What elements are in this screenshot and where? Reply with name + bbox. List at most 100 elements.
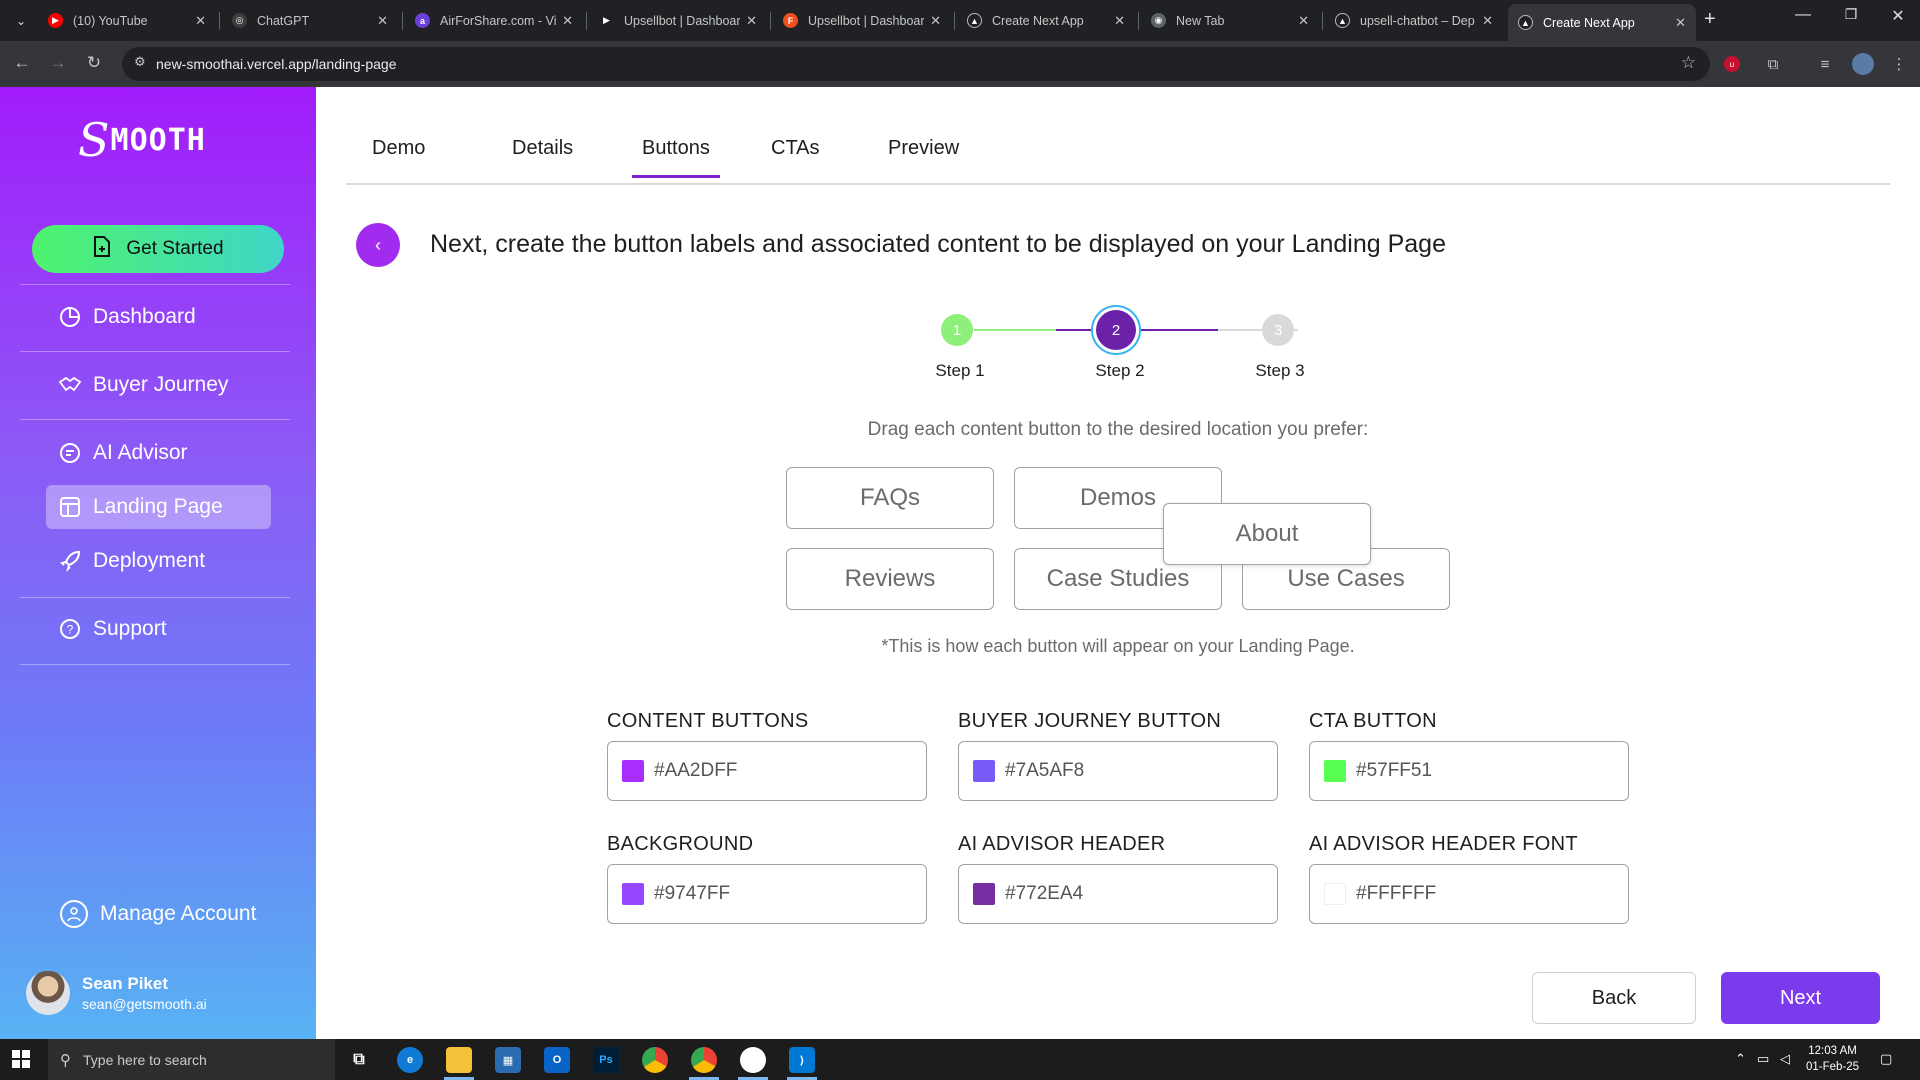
ublock-icon[interactable]: u <box>1724 56 1740 72</box>
background-color-field[interactable]: #9747FF <box>607 864 927 924</box>
media-controls-icon[interactable]: ≡ <box>1814 53 1836 75</box>
content-button-reviews[interactable]: Reviews <box>786 548 994 610</box>
chrome-icon[interactable] <box>642 1047 668 1073</box>
store-icon[interactable]: ▦ <box>495 1047 521 1073</box>
windows-start-icon[interactable] <box>12 1050 30 1068</box>
color-swatch[interactable] <box>622 883 644 905</box>
color-swatch[interactable] <box>1324 883 1346 905</box>
cta-color-field[interactable]: #57FF51 <box>1309 741 1629 801</box>
forward-arrow-icon[interactable]: → <box>47 53 69 73</box>
ai-advisor-header-font-color-label: AI ADVISOR HEADER FONT <box>1309 833 1578 855</box>
close-icon[interactable]: ✕ <box>746 13 757 29</box>
appearance-note: *This is how each button will appear on … <box>881 636 1355 656</box>
ai-advisor-header-color-field[interactable]: #772EA4 <box>958 864 1278 924</box>
browser-tab-youtube[interactable]: ▶ (10) YouTube ✕ <box>38 4 216 37</box>
menu-dots-icon[interactable]: ⋮ <box>1888 53 1910 75</box>
browser-tab-figma[interactable]: F Upsellbot | Dashboar ✕ <box>773 4 951 37</box>
chevron-left-icon: ‹ <box>375 234 381 255</box>
color-swatch[interactable] <box>973 760 995 782</box>
close-icon[interactable]: ✕ <box>1114 13 1125 29</box>
tab-ctas[interactable]: CTAs <box>771 137 820 160</box>
new-tab-button[interactable]: + <box>1704 8 1716 31</box>
pie-chart-icon <box>58 305 82 329</box>
chrome-alt-profile-icon[interactable] <box>740 1047 766 1073</box>
browser-tab-create-next-app-active[interactable]: ▲ Create Next App ✕ <box>1508 4 1696 41</box>
browser-tab-new-tab[interactable]: ◉ New Tab ✕ <box>1141 4 1319 37</box>
get-started-button[interactable]: Get Started <box>32 225 284 273</box>
sidebar-item-support[interactable]: ? Support <box>46 607 271 651</box>
outlook-icon[interactable]: O <box>544 1047 570 1073</box>
color-swatch[interactable] <box>1324 760 1346 782</box>
content-buttons-color-field[interactable]: #AA2DFF <box>607 741 927 801</box>
sidebar-item-ai-advisor[interactable]: AI Advisor <box>46 431 271 475</box>
chatgpt-icon: ◎ <box>232 13 247 28</box>
sidebar-item-landing-page[interactable]: Landing Page <box>46 485 271 529</box>
tab-details[interactable]: Details <box>512 137 573 160</box>
airforshare-icon: a <box>415 13 430 28</box>
close-icon[interactable]: ✕ <box>377 13 388 29</box>
notifications-icon[interactable]: ▢ <box>1880 1051 1892 1067</box>
extensions-icon[interactable]: ⧉ <box>1762 53 1784 75</box>
step-3-dot[interactable]: 3 <box>1262 314 1294 346</box>
photoshop-icon[interactable]: Ps <box>593 1047 619 1073</box>
sidebar: SMOOTH Get Started Dashboard Buyer Journ… <box>0 87 316 1039</box>
restore-icon[interactable]: ❐ <box>1836 6 1866 23</box>
back-arrow-icon[interactable]: ← <box>11 53 33 73</box>
smooth-logo[interactable]: SMOOTH <box>78 107 206 167</box>
svg-text:?: ? <box>67 623 74 637</box>
sidebar-item-buyer-journey[interactable]: Buyer Journey <box>46 363 271 407</box>
sidebar-item-dashboard[interactable]: Dashboard <box>46 295 271 339</box>
color-swatch[interactable] <box>622 760 644 782</box>
browser-tab-airforshare[interactable]: a AirForShare.com - Vir ✕ <box>405 4 583 37</box>
user-profile[interactable]: Sean Piket sean@getsmooth.ai <box>26 971 207 1015</box>
window-close-icon[interactable]: ✕ <box>1883 6 1913 26</box>
reload-icon[interactable]: ↻ <box>83 53 105 73</box>
volume-icon[interactable]: ◁ <box>1780 1051 1790 1067</box>
edge-icon[interactable]: e <box>397 1047 423 1073</box>
color-swatch[interactable] <box>973 883 995 905</box>
network-icon[interactable]: ▭ <box>1757 1051 1769 1067</box>
close-icon[interactable]: ✕ <box>562 13 573 29</box>
vscode-icon[interactable]: ⟩ <box>789 1047 815 1073</box>
manage-account-button[interactable]: Manage Account <box>60 900 256 928</box>
buyer-journey-color-field[interactable]: #7A5AF8 <box>958 741 1278 801</box>
system-clock[interactable]: 12:03 AM 01-Feb-25 <box>1806 1043 1859 1075</box>
step-1-dot[interactable]: 1 <box>941 314 973 346</box>
ai-advisor-header-font-color-field[interactable]: #FFFFFF <box>1309 864 1629 924</box>
step-connector <box>1138 329 1218 331</box>
step-2-dot[interactable]: 2 <box>1096 310 1136 350</box>
content-button-about[interactable]: About <box>1163 503 1371 565</box>
browser-tab-upsellbot[interactable]: ▶ Upsellbot | Dashboar ✕ <box>589 4 767 37</box>
profile-avatar-icon[interactable] <box>1852 53 1874 75</box>
close-icon[interactable]: ✕ <box>1675 15 1686 31</box>
step-3-label: Step 3 <box>1255 361 1305 380</box>
upsellbot-icon: ▶ <box>599 13 614 28</box>
close-icon[interactable]: ✕ <box>930 13 941 29</box>
back-button[interactable]: Back <box>1532 972 1696 1024</box>
file-explorer-icon[interactable] <box>446 1047 472 1073</box>
url-bar[interactable]: ⚙ new-smoothai.vercel.app/landing-page ☆ <box>122 47 1710 81</box>
tab-buttons[interactable]: Buttons <box>632 137 720 178</box>
task-view-icon[interactable]: ⧉ <box>346 1047 372 1073</box>
sidebar-item-deployment[interactable]: Deployment <box>46 539 271 583</box>
tab-demo[interactable]: Demo <box>372 137 425 160</box>
close-icon[interactable]: ✕ <box>195 13 206 29</box>
close-icon[interactable]: ✕ <box>1298 13 1309 29</box>
browser-tab-chatgpt[interactable]: ◎ ChatGPT ✕ <box>222 4 398 37</box>
taskbar-search[interactable]: ⚲ Type here to search <box>48 1039 335 1080</box>
vercel-icon: ▲ <box>1518 15 1533 30</box>
chrome-profile-icon[interactable] <box>691 1047 717 1073</box>
browser-tab-upsell-chatbot[interactable]: ▲ upsell-chatbot – Dep ✕ <box>1325 4 1503 37</box>
content-button-faqs[interactable]: FAQs <box>786 467 994 529</box>
site-info-icon[interactable]: ⚙ <box>134 54 146 70</box>
tray-chevron-icon[interactable]: ⌃ <box>1735 1051 1746 1067</box>
close-icon[interactable]: ✕ <box>1482 13 1493 29</box>
next-button[interactable]: Next <box>1721 972 1880 1024</box>
back-circle-button[interactable]: ‹ <box>356 223 400 267</box>
bookmark-star-icon[interactable]: ☆ <box>1681 53 1696 73</box>
tab-preview[interactable]: Preview <box>888 137 959 160</box>
user-name: Sean Piket <box>82 974 168 993</box>
browser-tab-create-next-app[interactable]: ▲ Create Next App ✕ <box>957 4 1135 37</box>
tab-search-button[interactable]: ⌄ <box>8 8 34 34</box>
minimize-icon[interactable]: — <box>1788 6 1818 24</box>
